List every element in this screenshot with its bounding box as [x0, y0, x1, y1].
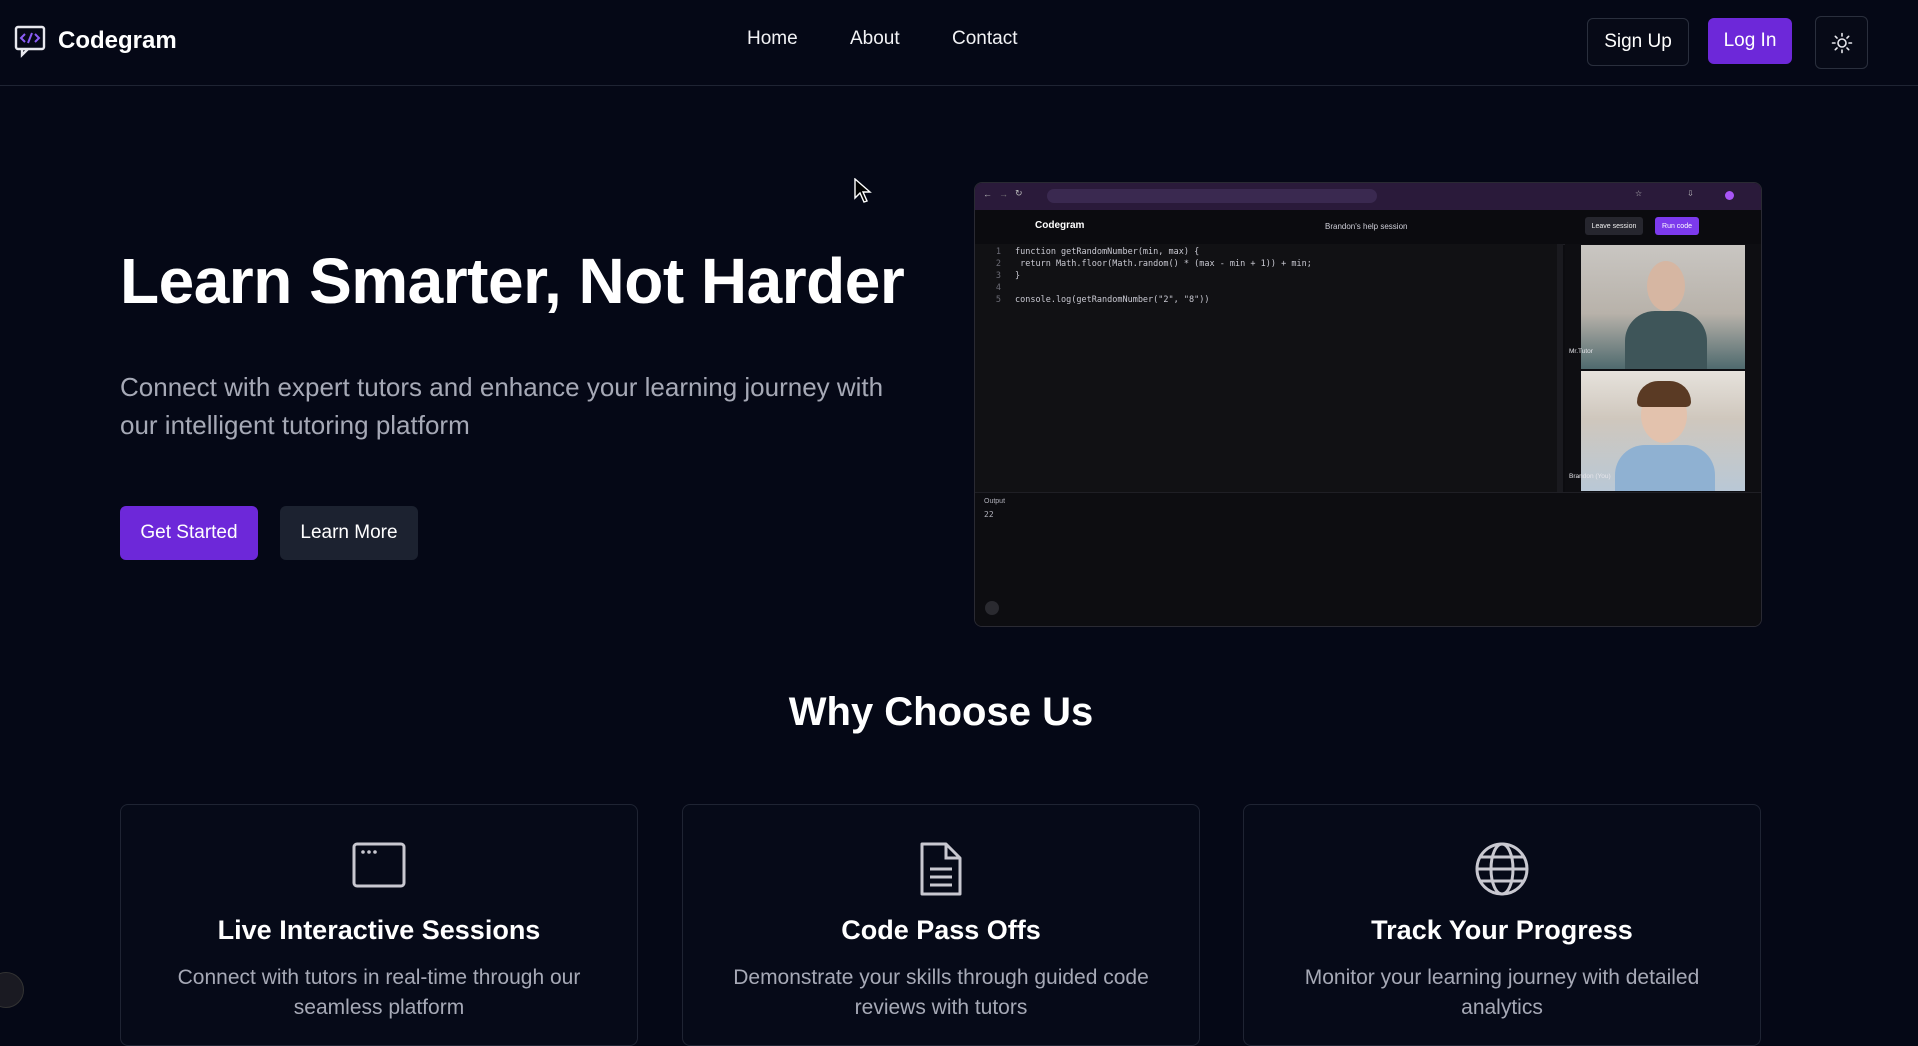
sign-up-button[interactable]: Sign Up [1587, 18, 1689, 66]
get-started-button[interactable]: Get Started [120, 506, 258, 560]
code-line: 5 console.log(getRandomNumber("2", "8")) [995, 295, 1210, 305]
log-in-button[interactable]: Log In [1708, 18, 1792, 64]
feature-card-track-progress: Track Your Progress Monitor your learnin… [1243, 804, 1761, 1046]
mock-bolt-icon [985, 601, 999, 615]
window-icon [352, 842, 406, 888]
student-video-label: Brandon (You) [1569, 473, 1611, 480]
feature-card-title: Track Your Progress [1371, 915, 1633, 945]
browser-reload-icon: ↻ [1015, 188, 1023, 198]
mock-run-code-button: Run code [1655, 217, 1699, 235]
feature-card-description: Monitor your learning journey with detai… [1304, 966, 1700, 1019]
mock-output-label: Output [984, 498, 1006, 505]
feature-card-title: Live Interactive Sessions [217, 915, 541, 945]
product-screenshot: ← → ↻ ☆ ⇩ Codegram Brandon's help sessio… [974, 182, 1762, 627]
browser-back-icon: ← [983, 189, 992, 199]
tutor-video-label: Mr.Tutor [1569, 348, 1593, 355]
code-chat-icon [14, 25, 46, 58]
mock-code-editor: 1 function getRandomNumber(min, max) { 2 … [975, 244, 1557, 492]
code-line: 2 return Math.floor(Math.random() * (max… [995, 259, 1312, 269]
browser-forward-icon: → [999, 189, 1008, 199]
browser-star-icon: ☆ [1635, 189, 1643, 198]
brand-logo[interactable]: Codegram [14, 24, 177, 58]
mock-leave-session-button: Leave session [1585, 217, 1643, 235]
browser-url-bar [1047, 189, 1377, 203]
tutor-face [1647, 261, 1685, 311]
student-hair [1637, 381, 1691, 407]
code-line: 4 [995, 283, 1001, 293]
bolt-badge-icon[interactable] [0, 972, 24, 1008]
nav-home-link[interactable]: Home [747, 28, 798, 50]
mock-session-title: Brandon's help session [1325, 222, 1408, 231]
why-choose-us-heading: Why Choose Us [788, 690, 1094, 734]
sun-icon [1831, 32, 1852, 53]
browser-profile-icon [1725, 191, 1734, 200]
nav-about-link[interactable]: About [850, 28, 900, 50]
browser-download-icon: ⇩ [1687, 189, 1694, 198]
code-line: 3} [995, 271, 1021, 281]
mock-output-panel: Output 22 [975, 492, 1761, 626]
tutor-figure [1625, 311, 1707, 369]
mock-brand-name: Codegram [1035, 220, 1085, 231]
code-line: 1 function getRandomNumber(min, max) { [995, 247, 1200, 257]
hero-title: Learn Smarter, Not Harder [120, 245, 905, 317]
feature-card-code-pass-offs: Code Pass Offs Demonstrate your skills t… [682, 804, 1200, 1046]
mock-output-value: 22 [984, 510, 994, 519]
hero-subtitle: Connect with expert tutors and enhance y… [120, 372, 884, 440]
feature-card-description: Connect with tutors in real-time through… [177, 966, 581, 1019]
feature-card-title: Code Pass Offs [841, 915, 1041, 945]
feature-card-description: Demonstrate your skills through guided c… [733, 966, 1149, 1019]
feature-card-live-sessions: Live Interactive Sessions Connect with t… [120, 804, 638, 1046]
student-figure [1615, 445, 1715, 491]
mock-editor-scrollbar [1557, 244, 1563, 492]
nav-contact-link[interactable]: Contact [952, 28, 1017, 50]
theme-toggle-button[interactable] [1815, 16, 1868, 69]
learn-more-button[interactable]: Learn More [280, 506, 418, 560]
globe-icon [1475, 842, 1529, 896]
mock-app-header: Codegram Brandon's help session Leave se… [975, 210, 1761, 245]
browser-chrome: ← → ↻ ☆ ⇩ [975, 183, 1761, 210]
mouse-pointer-icon [854, 178, 872, 203]
document-icon [920, 842, 962, 896]
top-navbar: Codegram Home About Contact Sign Up Log … [0, 0, 1918, 86]
brand-name: Codegram [58, 27, 177, 54]
